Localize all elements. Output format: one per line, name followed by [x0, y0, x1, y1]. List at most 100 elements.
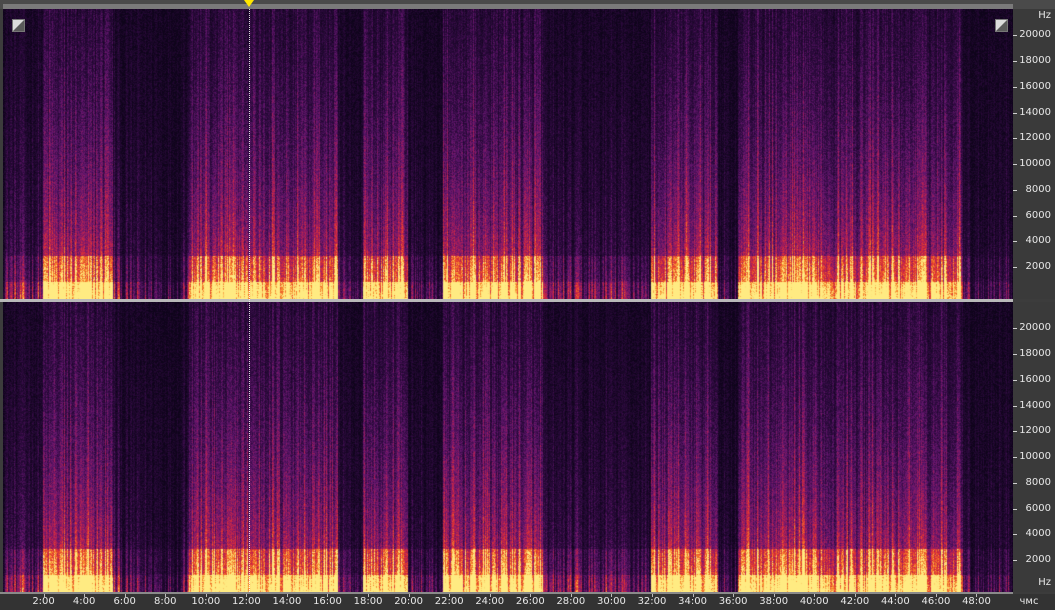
time-tick-label: 44:00 [880, 596, 910, 607]
freq-tick-label: 10000 [1019, 451, 1051, 462]
freq-tick-mark [1013, 87, 1017, 88]
time-tick-mark [936, 594, 937, 597]
time-tick-mark [246, 594, 247, 597]
playhead-line [249, 9, 251, 592]
time-tick-mark [409, 594, 410, 597]
time-tick-mark [327, 594, 328, 597]
time-tick-mark [571, 594, 572, 597]
freq-tick-mark [1013, 113, 1017, 114]
freq-tick-label: 8000 [1025, 184, 1051, 195]
freq-tick-mark [1013, 483, 1017, 484]
time-tick-label: 2:00 [32, 596, 55, 607]
time-tick-label: 28:00 [556, 596, 586, 607]
spectrogram-canvas-2[interactable] [3, 302, 1013, 592]
timeline-ruler[interactable] [0, 0, 1055, 9]
time-tick-label: 12:00 [231, 596, 261, 607]
freq-tick-mark [1013, 164, 1017, 165]
freq-tick-label: 2000 [1025, 554, 1051, 565]
time-tick-label: 20:00 [394, 596, 424, 607]
time-tick-mark [855, 594, 856, 597]
spectral-channel-1[interactable] [3, 9, 1013, 299]
time-unit-label: чмс [1019, 596, 1039, 607]
time-tick-mark [611, 594, 612, 597]
time-tick-mark [895, 594, 896, 597]
freq-tick-label: 16000 [1019, 374, 1051, 385]
freq-tick-mark [1013, 509, 1017, 510]
spectral-channel-2[interactable] [3, 302, 1013, 592]
freq-tick-mark [1013, 241, 1017, 242]
time-tick-mark [733, 594, 734, 597]
spectral-editor: Hz 20000 18000 16000 14000 12000 10000 8000 600… [0, 0, 1055, 610]
freq-tick-mark [1013, 406, 1017, 407]
freq-tick-mark [1013, 354, 1017, 355]
freq-tick-mark [1013, 431, 1017, 432]
freq-tick-label: 6000 [1025, 210, 1051, 221]
time-tick-label: 14:00 [272, 596, 302, 607]
time-tick-label: 30:00 [597, 596, 626, 607]
time-tick-label: 4:00 [72, 596, 96, 607]
channel-1-left-toggle-icon[interactable] [12, 19, 25, 32]
time-tick-label: 46:00 [921, 596, 951, 607]
freq-unit-label: Hz [1038, 577, 1051, 588]
time-tick-mark [287, 594, 288, 597]
time-tick-mark [652, 594, 653, 597]
time-tick-label: 24:00 [475, 596, 505, 607]
freq-tick-label: 12000 [1019, 132, 1051, 143]
time-tick-mark [449, 594, 450, 597]
time-tick-mark [774, 594, 775, 597]
time-tick-label: 48:00 [962, 596, 991, 607]
time-tick-label: 6:00 [113, 596, 136, 607]
time-tick-mark [44, 594, 45, 597]
time-tick-label: 10:00 [191, 596, 221, 607]
freq-tick-label: 12000 [1019, 425, 1051, 436]
time-tick-label: 22:00 [434, 596, 464, 607]
time-tick-mark [976, 594, 977, 597]
freq-tick-label: 16000 [1019, 81, 1051, 92]
freq-tick-mark [1013, 267, 1017, 268]
freq-tick-mark [1013, 380, 1017, 381]
time-tick-label: 26:00 [515, 596, 545, 607]
time-tick-mark [490, 594, 491, 597]
frequency-axis-2: Hz 20000 18000 16000 14000 12000 10000 8000 600… [1013, 302, 1055, 592]
freq-tick-label: 2000 [1025, 261, 1051, 272]
freq-tick-label: 10000 [1019, 158, 1051, 169]
freq-tick-label: 20000 [1019, 29, 1051, 40]
freq-tick-label: 20000 [1019, 322, 1051, 333]
freq-tick-mark [1013, 216, 1017, 217]
freq-tick-mark [1013, 35, 1017, 36]
time-tick-mark [693, 594, 694, 597]
time-tick-mark [814, 594, 815, 597]
time-tick-mark [206, 594, 207, 597]
freq-unit-label: Hz [1038, 10, 1051, 21]
freq-tick-label: 4000 [1025, 235, 1051, 246]
freq-tick-label: 18000 [1019, 55, 1051, 66]
playhead-marker-icon[interactable] [244, 0, 255, 7]
time-tick-label: 8:00 [154, 596, 177, 607]
time-tick-label: 16:00 [313, 596, 342, 607]
frequency-axis-1: Hz 20000 18000 16000 14000 12000 10000 8000 600… [1013, 9, 1055, 299]
freq-tick-label: 6000 [1025, 503, 1051, 514]
time-tick-label: 32:00 [637, 596, 667, 607]
freq-tick-mark [1013, 328, 1017, 329]
freq-tick-mark [1013, 190, 1017, 191]
time-tick-mark [368, 594, 369, 597]
spectrogram-canvas-1[interactable] [3, 9, 1013, 299]
time-tick-label: 18:00 [353, 596, 383, 607]
time-tick-mark [165, 594, 166, 597]
freq-tick-label: 14000 [1019, 400, 1051, 411]
freq-tick-label: 18000 [1019, 348, 1051, 359]
channel-1-right-toggle-icon[interactable] [995, 19, 1008, 32]
time-tick-label: 40:00 [799, 596, 829, 607]
time-tick-label: 42:00 [840, 596, 870, 607]
freq-tick-mark [1013, 138, 1017, 139]
time-tick-mark [84, 594, 85, 597]
freq-tick-label: 8000 [1025, 477, 1051, 488]
time-tick-mark [530, 594, 531, 597]
time-tick-label: 36:00 [718, 596, 748, 607]
time-axis[interactable]: чмс 2:00 4:00 6:00 8:00 10:00 12:00 14:00 16:00… [0, 594, 1055, 610]
freq-tick-mark [1013, 61, 1017, 62]
freq-tick-mark [1013, 457, 1017, 458]
time-tick-label: 38:00 [759, 596, 789, 607]
freq-tick-label: 4000 [1025, 528, 1051, 539]
freq-tick-label: 14000 [1019, 107, 1051, 118]
